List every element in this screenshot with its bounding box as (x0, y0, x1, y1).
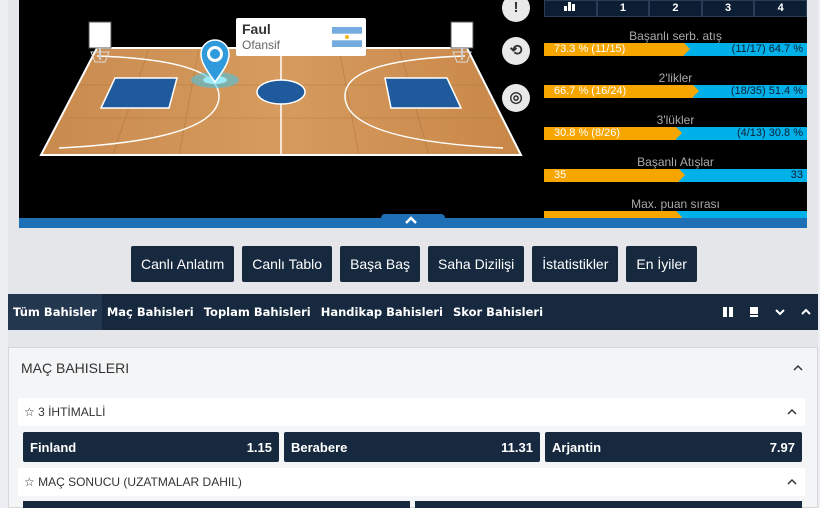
stat-title: 3'lükler (656, 113, 695, 127)
tab-match-bets[interactable]: Maç Bahisleri (102, 294, 199, 330)
stat-right-value: (18/35) 51.4 % (730, 85, 803, 97)
tab-quarter-1[interactable]: 1 (596, 0, 650, 17)
two-column-icon[interactable] (722, 306, 734, 318)
odd-value: 1.15 (246, 440, 272, 455)
odd-button[interactable]: Berabere 11.31 (284, 432, 540, 462)
stat-title: Max. puan sırası (631, 197, 720, 211)
market-title: ☆ 3 İHTİMALLİ (24, 405, 106, 419)
bet-tabs-bar: Tüm Bahisler Maç Bahisleri Toplam Bahisl… (8, 294, 818, 330)
right-paint (384, 77, 463, 109)
event-title: Faul (242, 21, 271, 37)
top-players-button[interactable]: En İyiler (626, 246, 697, 282)
left-hoop (88, 21, 112, 63)
stat-left-value: 30.8 % (8/26) (554, 127, 621, 139)
stat-left-value: 66.7 % (16/24) (554, 85, 627, 97)
stat-bar-arrow (693, 85, 699, 97)
lineup-button[interactable]: Saha Dizilişi (428, 246, 525, 282)
tab-quarter-2[interactable]: 2 (649, 0, 702, 17)
right-hoop (450, 21, 474, 63)
live-table-button[interactable]: Canlı Tablo (242, 246, 333, 282)
bar-chart-icon (564, 2, 576, 11)
argentina-flag-icon (332, 27, 362, 47)
odd-button[interactable] (23, 501, 410, 508)
stat-title: Başanlı Atışlar (637, 155, 714, 169)
head-to-head-button[interactable]: Başa Baş (340, 246, 420, 282)
stat-title: 2'likler (658, 71, 693, 85)
statistics-button[interactable]: İstatistikler (532, 246, 619, 282)
stat-bar: 30.8 % (8/26) (4/13) 30.8 % (544, 127, 807, 140)
odd-value: 7.97 (769, 440, 795, 455)
stat-bar: 66.7 % (16/24) (18/35) 51.4 % (544, 85, 807, 98)
stat-right-value: 33 (790, 169, 803, 181)
market-title: ☆ MAÇ SONUCU (UZATMALAR DAHIL) (24, 475, 242, 489)
stat-right-value: (11/17) 64.7 % (731, 43, 803, 55)
tab-all-bets[interactable]: Tüm Bahisler (8, 294, 102, 330)
tab-quarter-4[interactable]: 4 (754, 0, 807, 17)
share-icon[interactable]: ⟲ (502, 37, 530, 65)
odd-button[interactable] (415, 501, 802, 508)
market-header[interactable]: ☆ 3 İHTİMALLİ (18, 398, 805, 426)
center-circle (256, 79, 306, 105)
tab-total-bets[interactable]: Toplam Bahisleri (199, 294, 316, 330)
stat-right-value: (4/13) 30.8 % (736, 127, 803, 139)
target-icon[interactable]: ◎ (502, 84, 530, 112)
odd-button[interactable]: Finland 1.15 (23, 432, 279, 462)
chevron-up-icon[interactable] (787, 408, 797, 416)
market-header[interactable]: ☆ MAÇ SONUCU (UZATMALAR DAHIL) (18, 468, 805, 496)
chevron-up-icon[interactable] (800, 306, 812, 318)
odd-name: Arjantin (552, 440, 602, 455)
stat-left-value: 35 (554, 169, 567, 181)
odd-value: 11.31 (501, 440, 533, 455)
live-commentary-button[interactable]: Canlı Anlatım (131, 246, 235, 282)
left-paint (99, 77, 178, 109)
quarter-tabs: 1 2 3 4 (544, 0, 807, 17)
odd-name: Berabere (291, 440, 348, 455)
chevron-down-icon[interactable] (774, 306, 786, 318)
view-controls (722, 294, 812, 330)
odd-name: Finland (30, 440, 77, 455)
panel-title: MAÇ BAHISLERI (21, 360, 130, 376)
event-popup: Faul Ofansif (236, 18, 366, 56)
chevron-up-icon[interactable] (793, 364, 803, 372)
collapse-bar (19, 214, 807, 228)
tab-handicap-bets[interactable]: Handikap Bahisleri (316, 294, 448, 330)
stat-left-value: 73.3 % (11/15) (554, 43, 626, 55)
tab-score-bets[interactable]: Skor Bahisleri (448, 294, 548, 330)
chevron-up-icon[interactable] (787, 478, 797, 486)
stat-bar-arrow (679, 169, 685, 181)
single-column-icon[interactable] (748, 306, 760, 318)
stat-bar: 73.3 % (11/15) (11/17) 64.7 % (544, 43, 807, 56)
stat-bar-arrow (676, 127, 682, 139)
tab-quarter-3[interactable]: 3 (701, 0, 755, 17)
odd-button[interactable]: Arjantin 7.97 (545, 432, 802, 462)
stat-bar: 35 33 (544, 169, 807, 182)
stat-bar-arrow (684, 43, 690, 55)
chevron-up-icon[interactable] (404, 215, 418, 225)
stat-title: Başanlı serb. atış (629, 29, 722, 43)
info-buttons: Canlı Anlatım Canlı Tablo Başa Baş Saha … (131, 246, 697, 282)
tab-summary[interactable] (544, 0, 597, 17)
event-subtitle: Ofansif (242, 38, 281, 52)
